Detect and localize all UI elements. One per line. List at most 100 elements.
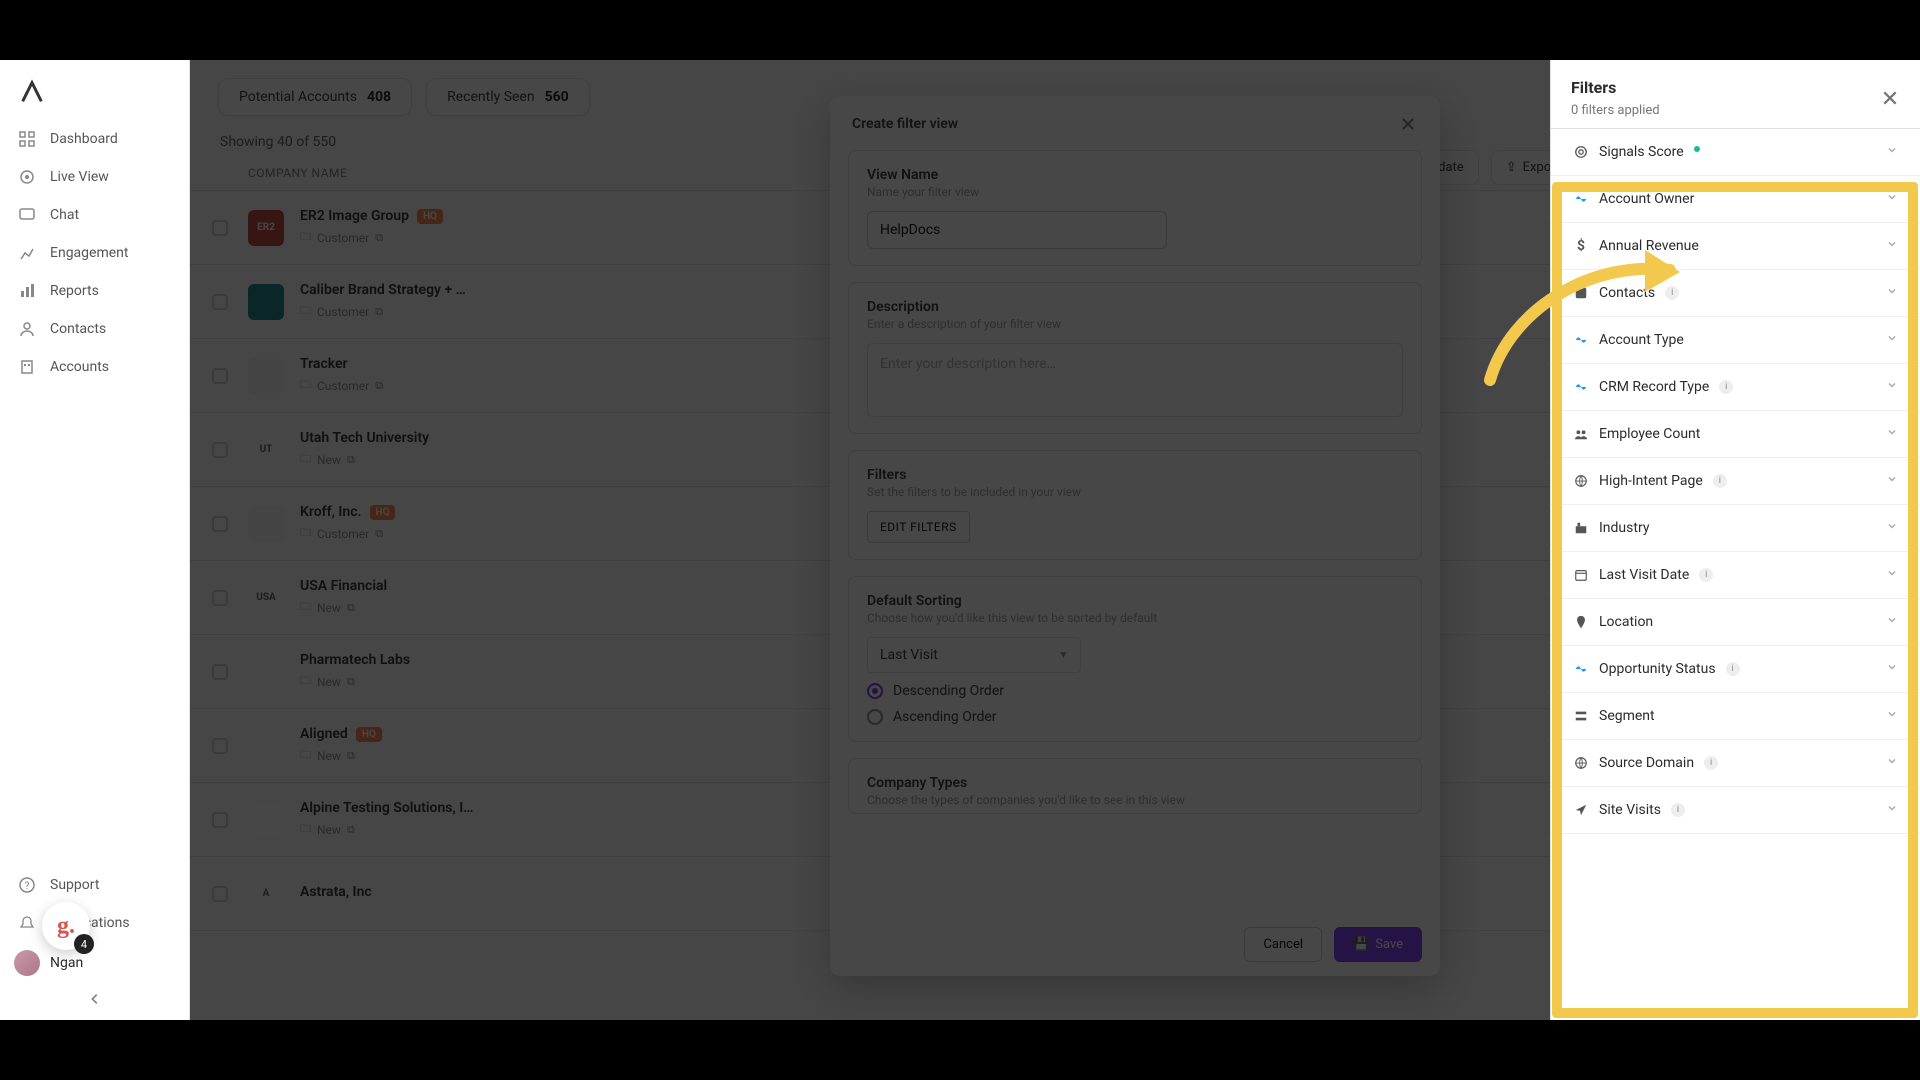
- sidebar-collapse[interactable]: [0, 984, 189, 1010]
- filter-label: Industry: [1599, 520, 1649, 536]
- nav-accounts[interactable]: Accounts: [0, 348, 189, 386]
- filter-label: Site Visits: [1599, 802, 1661, 818]
- badge-count: 4: [74, 934, 94, 954]
- chevron-down-icon: [1886, 755, 1898, 771]
- nav-label: Live View: [50, 169, 109, 185]
- filter-item[interactable]: Last Visit Date i: [1551, 552, 1920, 599]
- target-icon: [1573, 144, 1589, 160]
- sidebar: Dashboard Live View Chat Engagement: [0, 60, 190, 1020]
- chevron-down-icon: [1886, 426, 1898, 442]
- nav-label: Chat: [50, 207, 79, 223]
- crm-icon: [1573, 661, 1589, 677]
- nav-label: Contacts: [50, 321, 106, 337]
- calendar-icon: [1573, 567, 1589, 583]
- filter-item[interactable]: Employee Count: [1551, 411, 1920, 458]
- chevron-down-icon: [1886, 191, 1898, 207]
- filter-label: Account Owner: [1599, 191, 1694, 207]
- filters-header: Filters 0 filters applied: [1551, 60, 1920, 129]
- app-logo: [0, 72, 189, 120]
- filter-item[interactable]: Segment: [1551, 693, 1920, 740]
- nav-label: Accounts: [50, 359, 109, 375]
- badge-logo: g.: [57, 913, 75, 940]
- filter-item[interactable]: Account Type: [1551, 317, 1920, 364]
- filter-item[interactable]: Source Domain i: [1551, 740, 1920, 787]
- close-icon: [1882, 90, 1898, 106]
- industry-icon: [1573, 520, 1589, 536]
- filter-item[interactable]: Industry: [1551, 505, 1920, 552]
- dollar-icon: $: [1573, 238, 1589, 254]
- filter-label: Employee Count: [1599, 426, 1700, 442]
- chevron-down-icon: [1886, 332, 1898, 348]
- bell-icon: [18, 914, 36, 932]
- info-badge: i: [1726, 662, 1740, 676]
- filter-label: CRM Record Type: [1599, 379, 1709, 395]
- nav-chat[interactable]: Chat: [0, 196, 189, 234]
- nav: Dashboard Live View Chat Engagement: [0, 120, 189, 866]
- filter-item[interactable]: CRM Record Type i: [1551, 364, 1920, 411]
- nav-contacts[interactable]: Contacts: [0, 310, 189, 348]
- filter-label: Account Type: [1599, 332, 1684, 348]
- building-icon: [18, 358, 36, 376]
- user-icon: [18, 320, 36, 338]
- grid-icon: [18, 130, 36, 148]
- chevron-left-icon: [88, 992, 102, 1006]
- svg-text:?: ?: [25, 881, 30, 892]
- filter-label: Opportunity Status: [1599, 661, 1716, 677]
- nav-reports[interactable]: Reports: [0, 272, 189, 310]
- segment-icon: [1573, 708, 1589, 724]
- filter-label: Location: [1599, 614, 1653, 630]
- chevron-down-icon: [1886, 708, 1898, 724]
- info-badge: i: [1699, 568, 1713, 582]
- filters-panel: Filters 0 filters applied Signals Score …: [1550, 60, 1920, 1020]
- main-content: Potential Accounts 408 Recently Seen 560…: [190, 60, 1920, 1020]
- filters-title: Filters: [1571, 78, 1660, 97]
- filter-label: Annual Revenue: [1599, 238, 1699, 254]
- info-badge: i: [1665, 286, 1679, 300]
- filter-item[interactable]: $ Annual Revenue: [1551, 223, 1920, 270]
- chevron-down-icon: [1886, 379, 1898, 395]
- avatar: [14, 950, 40, 976]
- filters-close-button[interactable]: [1880, 88, 1900, 108]
- filter-item[interactable]: Location: [1551, 599, 1920, 646]
- nav-support[interactable]: ? Support: [0, 866, 189, 904]
- filter-item[interactable]: Contacts i: [1551, 270, 1920, 317]
- user-name: Ngan: [50, 955, 83, 971]
- crm-icon: [1573, 379, 1589, 395]
- filter-label: Last Visit Date: [1599, 567, 1689, 583]
- pin-icon: [1573, 614, 1589, 630]
- filter-item[interactable]: Opportunity Status i: [1551, 646, 1920, 693]
- filter-label: Signals Score: [1599, 144, 1684, 160]
- filter-item[interactable]: Account Owner: [1551, 176, 1920, 223]
- filter-label: Source Domain: [1599, 755, 1694, 771]
- chevron-down-icon: [1886, 473, 1898, 489]
- filter-item[interactable]: High-Intent Page i: [1551, 458, 1920, 505]
- nav-icon: [1573, 802, 1589, 818]
- nav-notifications[interactable]: Notifications: [0, 904, 189, 942]
- radar-icon: [18, 168, 36, 186]
- chevron-down-icon: [1886, 661, 1898, 677]
- globe-icon: [1573, 473, 1589, 489]
- filter-item[interactable]: Signals Score: [1551, 129, 1920, 176]
- engagement-icon: [18, 244, 36, 262]
- chevron-down-icon: [1886, 285, 1898, 301]
- crm-icon: [1573, 332, 1589, 348]
- chevron-down-icon: [1886, 567, 1898, 583]
- user-row[interactable]: Ngan: [0, 942, 189, 984]
- filter-label: Segment: [1599, 708, 1655, 724]
- globe-icon: [1573, 755, 1589, 771]
- chat-icon: [18, 206, 36, 224]
- info-badge: i: [1719, 380, 1733, 394]
- nav-label: Support: [50, 877, 99, 893]
- nav-label: Dashboard: [50, 131, 118, 147]
- chevron-down-icon: [1886, 520, 1898, 536]
- nav-engagement[interactable]: Engagement: [0, 234, 189, 272]
- floating-badge[interactable]: g. 4: [42, 902, 90, 950]
- sidebar-footer: ? Support Notifications Ngan: [0, 866, 189, 1020]
- help-icon: ?: [18, 876, 36, 894]
- nav-dashboard[interactable]: Dashboard: [0, 120, 189, 158]
- nav-liveview[interactable]: Live View: [0, 158, 189, 196]
- chevron-down-icon: [1886, 144, 1898, 160]
- filter-item[interactable]: Site Visits i: [1551, 787, 1920, 834]
- filter-label: Contacts: [1599, 285, 1655, 301]
- info-badge: i: [1713, 474, 1727, 488]
